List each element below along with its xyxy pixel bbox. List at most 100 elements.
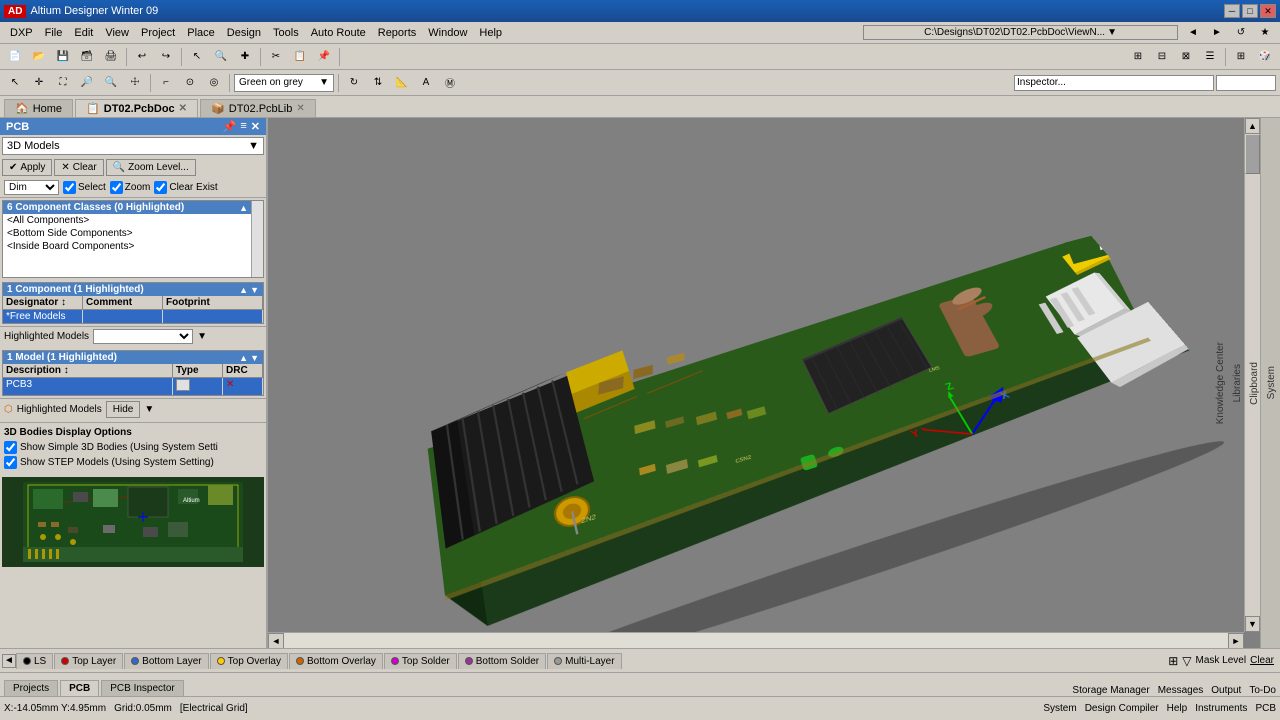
via-btn[interactable]: ⊙ (179, 73, 201, 93)
route-btn[interactable]: ⌐ (155, 73, 177, 93)
h-scroll-track[interactable] (284, 633, 1228, 648)
h-scroll-right-btn[interactable]: ► (1228, 633, 1244, 649)
undo-btn[interactable]: ↩ (131, 47, 153, 67)
zoom-btn[interactable]: 🔍 (210, 47, 232, 67)
right-dropdown2[interactable] (1216, 75, 1276, 91)
select-btn[interactable]: ↖ (186, 47, 208, 67)
menu-tools[interactable]: Tools (267, 25, 305, 41)
system-btn[interactable]: System (1043, 703, 1076, 714)
highlighted-dropdown-arrow[interactable]: ▼ (197, 331, 207, 342)
pad-btn[interactable]: ◎ (203, 73, 225, 93)
canvas-area[interactable]: Altium X Z Y (268, 118, 1260, 648)
hide-btn[interactable]: Hide (106, 401, 141, 418)
bookmark-btn[interactable]: ★ (1254, 23, 1276, 43)
menu-help[interactable]: Help (473, 25, 508, 41)
all-components-item[interactable]: <All Components> (3, 214, 263, 227)
tab-home[interactable]: 🏠 Home (4, 99, 73, 117)
color-dropdown[interactable]: Green on grey ▼ (234, 74, 334, 92)
show-step-checkbox[interactable] (4, 456, 17, 469)
menu-dxp[interactable]: DXP (4, 25, 39, 41)
highlighted-select[interactable] (93, 329, 193, 344)
paste-btn[interactable]: 📌 (313, 47, 335, 67)
v-scroll-thumb[interactable] (1245, 134, 1260, 174)
apply-btn[interactable]: ✔ Apply (2, 159, 52, 176)
messages-btn[interactable]: Messages (1158, 685, 1204, 696)
menu-place[interactable]: Place (181, 25, 221, 41)
inside-board-item[interactable]: <Inside Board Components> (3, 240, 263, 253)
align-left-btn[interactable]: ⊞ (1127, 47, 1149, 67)
vtab-libraries[interactable]: Libraries (1229, 357, 1246, 409)
model-row-pcb3[interactable]: PCB3 ✕ (3, 378, 263, 395)
delete-icon[interactable]: ✕ (226, 379, 234, 390)
zoom-in-btn[interactable]: 🔎 (76, 73, 98, 93)
menu-project[interactable]: Project (135, 25, 181, 41)
paste2-btn[interactable]: Ⓜ (439, 73, 461, 93)
clear-exist-checkbox[interactable] (154, 181, 167, 194)
clear-layer-btn[interactable]: Clear (1250, 655, 1274, 666)
ct-scroll-up[interactable]: ▲ (239, 285, 248, 295)
cursor-btn[interactable]: ↖ (4, 73, 26, 93)
layer-tab-top-overlay[interactable]: Top Overlay (210, 653, 288, 669)
align-bottom-btn[interactable]: ☰ (1199, 47, 1221, 67)
cut-btn[interactable]: ✂ (265, 47, 287, 67)
refresh-btn[interactable]: ↺ (1230, 23, 1252, 43)
fwd-btn[interactable]: ► (1206, 23, 1228, 43)
select-checkbox[interactable] (63, 181, 76, 194)
menu-edit[interactable]: Edit (68, 25, 99, 41)
layer-tab-bottom-overlay[interactable]: Bottom Overlay (289, 653, 383, 669)
instruments-btn[interactable]: Instruments (1195, 703, 1247, 714)
mt-scroll-down[interactable]: ▼ (250, 353, 259, 363)
table-row-free-models[interactable]: *Free Models (3, 310, 263, 323)
show-simple-checkbox[interactable] (4, 441, 17, 454)
save-btn[interactable]: 💾 (52, 47, 74, 67)
minimize-btn[interactable]: ─ (1224, 4, 1240, 18)
pcb-3d-view[interactable]: Altium X Z Y (268, 118, 1260, 648)
help-btn[interactable]: Help (1167, 703, 1188, 714)
pan-btn[interactable]: ☩ (124, 73, 146, 93)
clear-btn[interactable]: ✕ Clear (54, 159, 103, 176)
mt-scroll-up[interactable]: ▲ (239, 353, 248, 363)
vtab-system[interactable]: System (1263, 359, 1280, 406)
panel-pin-btn[interactable]: 📌 (223, 120, 237, 133)
vtab-knowledge[interactable]: Knowledge Center (1212, 335, 1229, 431)
new-btn[interactable]: 📄 (4, 47, 26, 67)
rotate-btn[interactable]: ↻ (343, 73, 365, 93)
menu-file[interactable]: File (39, 25, 69, 41)
layer-tab-top[interactable]: Top Layer (54, 653, 123, 669)
vtab-clipboard[interactable]: Clipboard (1246, 355, 1263, 412)
tab-pcblib-close[interactable]: ✕ (296, 103, 304, 114)
tab-pcbdoc-close[interactable]: ✕ (179, 103, 187, 114)
menu-design[interactable]: Design (221, 25, 267, 41)
pcb-btn[interactable]: PCB (1255, 703, 1276, 714)
h-scroll-left-btn[interactable]: ◄ (268, 633, 284, 649)
back-btn[interactable]: ◄ (1182, 23, 1204, 43)
close-btn[interactable]: ✕ (1260, 4, 1276, 18)
save-all-btn[interactable]: 🗃 (76, 47, 98, 67)
align-top-btn[interactable]: ⊠ (1175, 47, 1197, 67)
maximize-btn[interactable]: □ (1242, 4, 1258, 18)
open-btn[interactable]: 📂 (28, 47, 50, 67)
cross2-btn[interactable]: ✛ (28, 73, 50, 93)
print-btn[interactable]: 🖨 (100, 47, 122, 67)
menu-autoroute[interactable]: Auto Route (305, 25, 372, 41)
layer-nav-left[interactable]: ◄ (2, 654, 16, 668)
zoom-fit-btn[interactable]: ⛶ (52, 73, 74, 93)
cross-btn[interactable]: ✚ (234, 47, 256, 67)
ct-scroll-down[interactable]: ▼ (250, 285, 259, 295)
redo-btn[interactable]: ↪ (155, 47, 177, 67)
bottom-tab-projects[interactable]: Projects (4, 680, 58, 696)
tab-pcblib[interactable]: 📦 DT02.PcbLib ✕ (200, 99, 316, 117)
bottom-tab-inspector[interactable]: PCB Inspector (101, 680, 183, 696)
todo-btn[interactable]: To-Do (1249, 685, 1276, 696)
text-btn[interactable]: A (415, 73, 437, 93)
design-compiler-btn[interactable]: Design Compiler (1085, 703, 1159, 714)
v-scroll-down-btn[interactable]: ▼ (1245, 616, 1260, 632)
layer-tab-top-solder[interactable]: Top Solder (384, 653, 457, 669)
filter-icon2[interactable]: ▽ (1182, 654, 1191, 668)
panel-menu-btn[interactable]: ≡ (240, 120, 246, 133)
panel-close-btn[interactable]: ✕ (251, 120, 260, 133)
layer-tab-multi[interactable]: Multi-Layer (547, 653, 621, 669)
cc-scroll-up[interactable]: ▲ (239, 203, 248, 213)
bottom-tab-pcb[interactable]: PCB (60, 680, 99, 696)
layer-tab-bottom-solder[interactable]: Bottom Solder (458, 653, 546, 669)
